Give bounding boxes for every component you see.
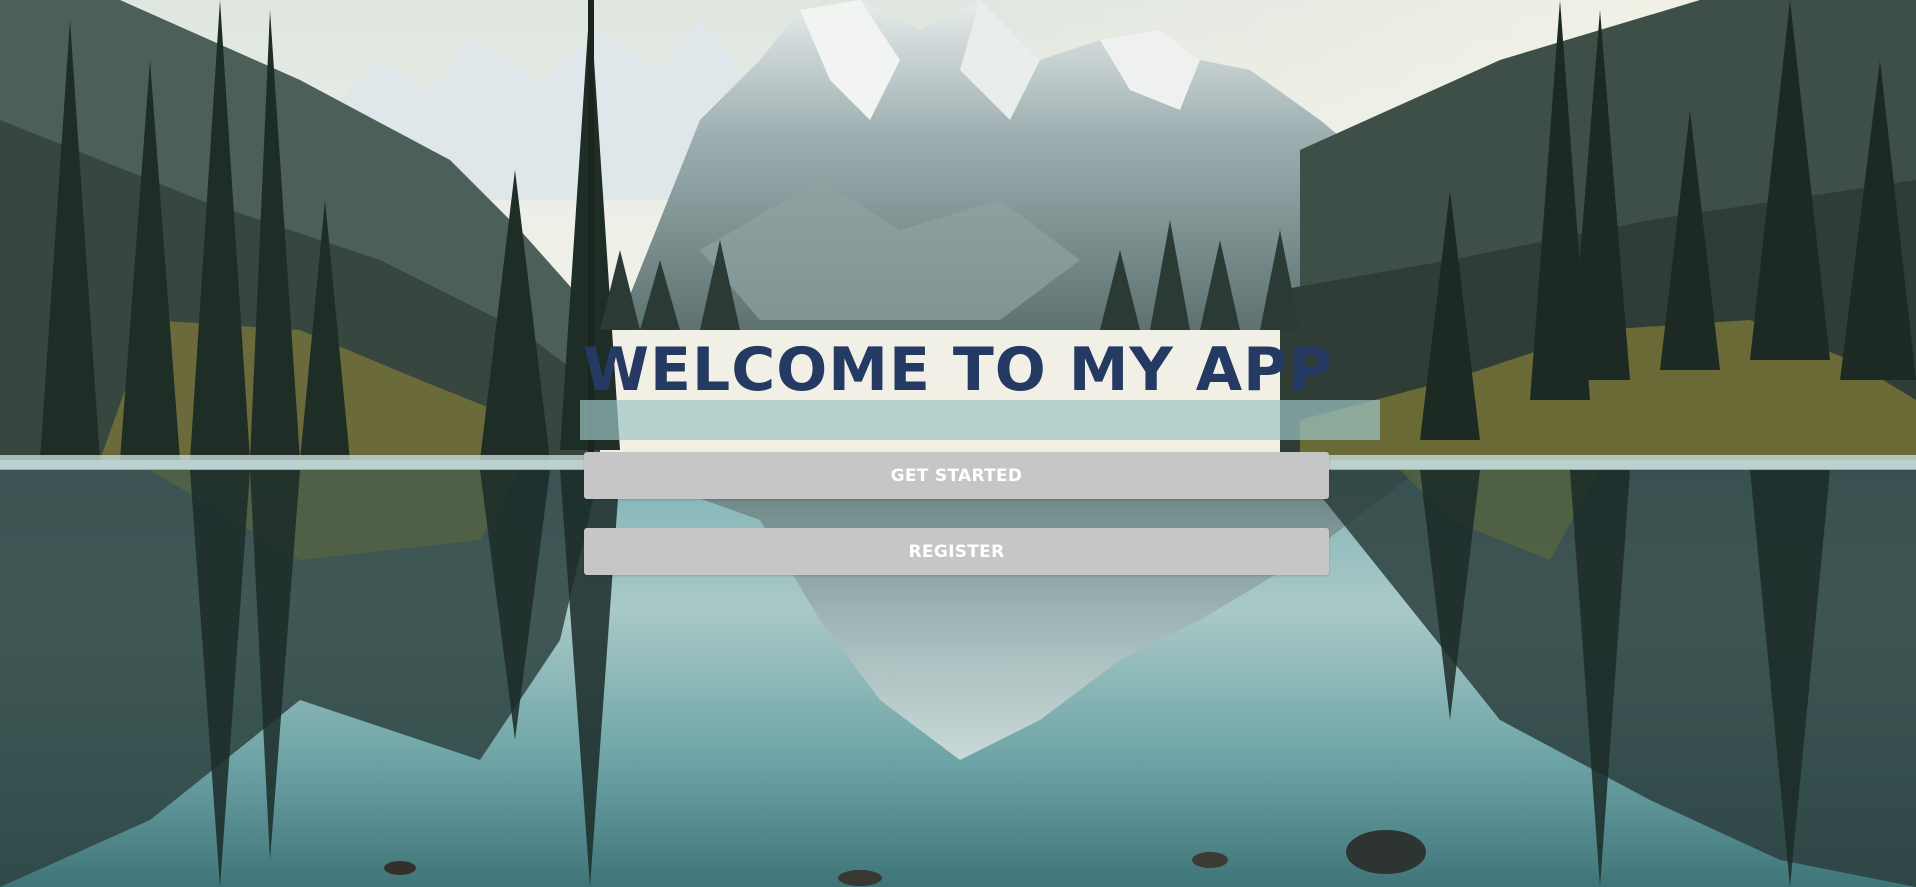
register-button[interactable]: REGISTER: [584, 528, 1329, 575]
get-started-button[interactable]: GET STARTED: [584, 452, 1329, 499]
hero-section: WELCOME TO MY APP GET STARTED REGISTER: [0, 0, 1916, 887]
page-title: WELCOME TO MY APP: [582, 335, 1334, 405]
landing-page: WELCOME TO MY APP GET STARTED REGISTER: [0, 0, 1916, 887]
